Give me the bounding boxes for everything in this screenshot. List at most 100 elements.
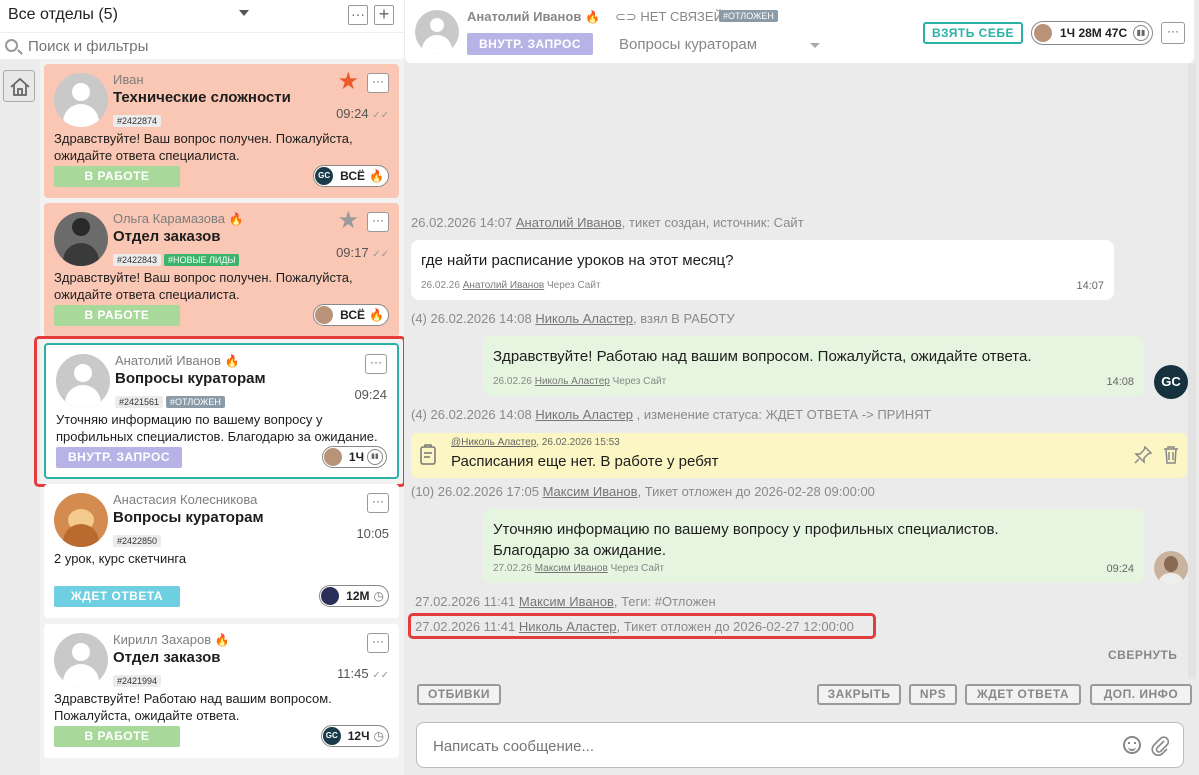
ticket-menu-button[interactable]: ···: [367, 73, 389, 93]
pin-icon[interactable]: [1133, 445, 1153, 465]
link-icon: ⊂⊃: [615, 9, 637, 24]
star-icon[interactable]: ★: [337, 70, 359, 94]
message-time: 14:08: [1106, 376, 1134, 388]
fire-icon: 🔥: [228, 212, 244, 226]
pause-icon: ▮▮: [1133, 25, 1149, 41]
system-event: 27.02.2026 11:41 Максим Иванов, Теги: #О…: [415, 594, 716, 609]
home-icon: [10, 77, 30, 96]
status-badge: В РАБОТЕ: [54, 166, 180, 187]
ticket-menu-button[interactable]: ···: [367, 493, 389, 513]
ticket-subject: Отдел заказов: [113, 649, 221, 666]
user-link[interactable]: Николь Аластер: [535, 407, 633, 422]
client-name[interactable]: Анатолий Иванов 🔥: [467, 9, 600, 24]
pill-label: 12М: [346, 589, 370, 603]
emoji-icon[interactable]: [1123, 736, 1141, 754]
ticket-card[interactable]: Анастасия Колесникова Вопросы кураторам …: [44, 484, 399, 618]
ticket-time: 10:05: [356, 526, 389, 541]
ticket-time: 11:45 ✓✓: [337, 666, 389, 681]
status-badge: В РАБОТЕ: [54, 305, 180, 326]
ticket-id-badge: #2422874: [113, 115, 162, 127]
home-button[interactable]: [3, 70, 35, 102]
system-event: 26.02.2026 14:07 Анатолий Иванов, тикет …: [411, 215, 804, 230]
clock-icon: ◷: [373, 729, 384, 743]
extra-info-button[interactable]: ДОП. ИНФО: [1090, 684, 1192, 705]
scrollbar[interactable]: [1188, 64, 1196, 679]
user-link[interactable]: Анатолий Иванов: [516, 215, 622, 230]
ticket-id-badge: #2421994: [113, 675, 162, 687]
add-icon[interactable]: +: [374, 5, 394, 25]
user-link[interactable]: Максим Иванов: [535, 563, 608, 574]
collapse-button[interactable]: СВЕРНУТЬ: [1108, 648, 1177, 662]
department-selector[interactable]: Все отделы (5): [8, 6, 118, 24]
ticket-card[interactable]: Ольга Карамазова 🔥 Отдел заказов #242284…: [44, 203, 399, 337]
header-tag: #ОТЛОЖЕН: [719, 10, 778, 22]
user-link[interactable]: @Николь Аластер: [451, 437, 536, 448]
internal-note: @Николь Аластер, 26.02.2026 15:53 Распис…: [411, 433, 1187, 478]
close-ticket-button[interactable]: ЗАКРЫТЬ: [817, 684, 901, 705]
message-meta: 26.02.26 Николь Аластер Через Сайт: [493, 376, 667, 387]
user-link[interactable]: Максим Иванов: [543, 484, 638, 499]
ticket-card[interactable]: Кирилл Захаров 🔥 Отдел заказов #2421994 …: [44, 624, 399, 758]
assignee-pill[interactable]: 12М ◷: [319, 585, 389, 607]
system-event: (4) 26.02.2026 14:08 Николь Аластер , из…: [411, 407, 932, 422]
assignee-pill[interactable]: ВСЁ 🔥: [313, 304, 389, 326]
chevron-down-icon[interactable]: [239, 10, 249, 16]
timer-pill[interactable]: 1Ч 28М 47С ▮▮: [1031, 21, 1153, 45]
ticket-subject: Вопросы кураторам: [113, 509, 264, 526]
ticket-client-name: Кирилл Захаров 🔥: [113, 632, 230, 647]
more-button[interactable]: ···: [1161, 22, 1185, 44]
pill-label: ВСЁ: [340, 169, 366, 183]
ticket-client-name: Иван: [113, 72, 144, 87]
ticket-card[interactable]: Иван Технические сложности #2422874 ★ ··…: [44, 64, 399, 198]
assignee-avatar: GC: [322, 727, 341, 745]
trash-icon[interactable]: [1162, 445, 1180, 465]
operator-message: Здравствуйте! Работаю над вашим вопросом…: [483, 336, 1144, 396]
ticket-tag: #НОВЫЕ ЛИДЫ: [164, 254, 240, 266]
ticket-time: 09:17 ✓✓: [336, 245, 389, 260]
note-meta: @Николь Аластер, 26.02.2026 15:53: [451, 437, 620, 448]
status-badge[interactable]: ВНУТР. ЗАПРОС: [467, 33, 593, 55]
chat-header: Анатолий Иванов 🔥 ⊂⊃ НЕТ СВЯЗЕЙ #ОТЛОЖЕН…: [405, 0, 1194, 63]
assignee-pill[interactable]: GC ВСЁ 🔥: [313, 165, 389, 187]
user-link[interactable]: Анатолий Иванов: [463, 280, 544, 291]
nps-button[interactable]: NPS: [909, 684, 957, 705]
message-input[interactable]: [433, 735, 1113, 757]
fire-icon: 🔥: [584, 10, 600, 24]
search-input[interactable]: [28, 36, 388, 56]
chevron-down-icon[interactable]: [810, 43, 820, 48]
message-text: Уточняю информацию по вашему вопросу у п…: [493, 521, 999, 559]
take-ticket-button[interactable]: ВЗЯТЬ СЕБЕ: [923, 22, 1023, 44]
double-check-icon: ✓✓: [372, 249, 389, 260]
pill-label: 12Ч: [347, 729, 370, 743]
avatar: [54, 633, 108, 687]
avatar: [415, 10, 459, 54]
operator-message: Уточняю информацию по вашему вопросу у п…: [483, 509, 1144, 583]
templates-button[interactable]: ОТБИВКИ: [417, 684, 501, 705]
ticket-client-name: Анастасия Колесникова: [113, 492, 258, 507]
user-link[interactable]: Николь Аластер: [535, 376, 610, 387]
links-status[interactable]: ⊂⊃ НЕТ СВЯЗЕЙ: [615, 9, 723, 25]
ticket-menu-button[interactable]: ···: [367, 633, 389, 653]
topic-selector[interactable]: Вопросы кураторам: [619, 36, 757, 53]
star-icon[interactable]: ★: [337, 209, 359, 233]
user-link[interactable]: Николь Аластер: [535, 311, 633, 326]
assignee-avatar: [315, 306, 334, 324]
message-text: Здравствуйте! Работаю над вашим вопросом…: [493, 348, 1032, 365]
more-icon[interactable]: ···: [348, 5, 368, 25]
compose-box: [416, 722, 1184, 768]
assignee-avatar: [1034, 24, 1052, 42]
ticket-subject: Технические сложности: [113, 89, 291, 106]
user-link[interactable]: Максим Иванов: [519, 594, 614, 609]
wait-reply-button[interactable]: ЖДЕТ ОТВЕТА: [965, 684, 1081, 705]
ticket-last-message: 2 урок, курс скетчинга: [54, 551, 187, 566]
status-badge: ЖДЕТ ОТВЕТА: [54, 586, 180, 607]
pill-label: ВСЁ: [340, 308, 366, 322]
ticket-last-message: Здравствуйте! Ваш вопрос получен. Пожалу…: [54, 270, 353, 302]
timer-label: 1Ч 28М 47С: [1060, 26, 1128, 40]
search-icon: [5, 39, 18, 52]
ticket-subject: Отдел заказов: [113, 228, 221, 245]
message-text: где найти расписание уроков на этот меся…: [421, 252, 734, 269]
ticket-menu-button[interactable]: ···: [367, 212, 389, 232]
attachment-icon[interactable]: [1151, 735, 1169, 757]
assignee-pill[interactable]: GC 12Ч ◷: [320, 725, 389, 747]
